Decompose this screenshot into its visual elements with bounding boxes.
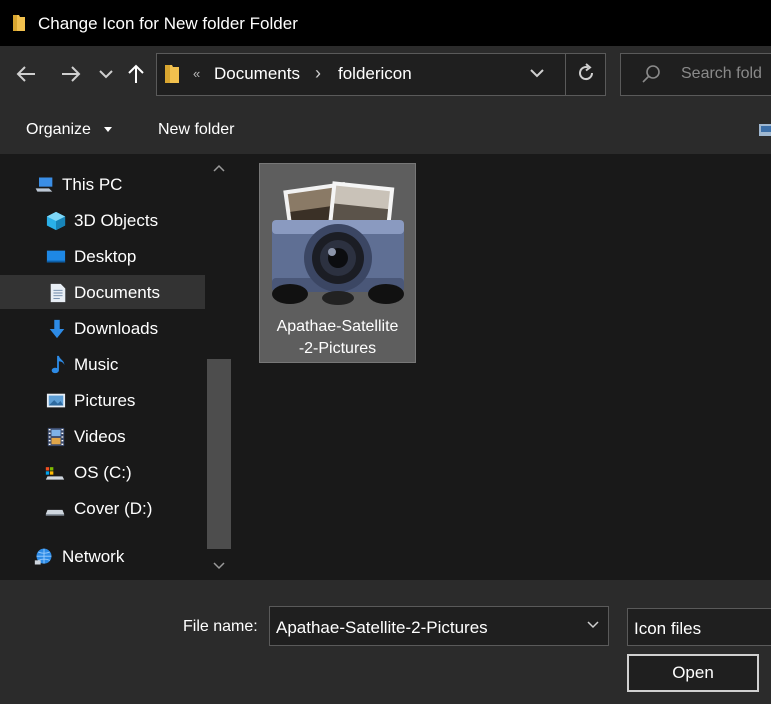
breadcrumb-documents[interactable]: Documents — [214, 64, 300, 84]
file-name-line-2: -2-Pictures — [298, 340, 377, 357]
sidebar-item-label: OS (C:) — [74, 463, 132, 482]
divider — [565, 54, 566, 95]
sidebar-item-label: Videos — [74, 427, 126, 446]
sidebar-item-label: Network — [62, 547, 125, 566]
chevron-down-icon — [99, 70, 113, 79]
document-icon — [50, 283, 66, 303]
drive-icon — [45, 509, 65, 516]
drive-icon — [45, 467, 65, 480]
sidebar-item-label: Documents — [74, 283, 160, 302]
navigation-bar: « Documents › foldericon Search fold — [0, 46, 771, 104]
file-name-input[interactable]: Apathae-Satellite-2-Pictures — [269, 606, 609, 646]
forward-button[interactable] — [59, 63, 83, 87]
file-item[interactable]: Apathae-Satellite -2-Pictures — [259, 163, 416, 363]
camera-photos-icon — [272, 181, 404, 305]
sidebar-item-pictures[interactable]: Pictures — [0, 383, 205, 417]
breadcrumb-separator-icon[interactable]: › — [315, 63, 321, 84]
download-arrow-icon — [49, 319, 65, 339]
sidebar-item-videos[interactable]: Videos — [0, 419, 205, 453]
sidebar-item-label: Music — [74, 355, 119, 374]
sidebar-item-label: Pictures — [74, 391, 136, 410]
caret-down-icon[interactable] — [104, 127, 112, 132]
sidebar-item-label: Desktop — [74, 247, 137, 266]
back-button[interactable] — [14, 63, 38, 87]
sidebar-item-cover-d[interactable]: Cover (D:) — [0, 491, 205, 525]
navigation-pane: This PC 3D Objects Desktop Documents Dow… — [0, 154, 234, 580]
sidebar-item-label: Cover (D:) — [74, 499, 153, 518]
sidebar-item-network[interactable]: Network — [0, 539, 205, 573]
file-list: Apathae-Satellite -2-Pictures — [234, 154, 771, 580]
breadcrumb-foldericon[interactable]: foldericon — [338, 64, 412, 84]
file-name-label: File name: — [183, 618, 258, 635]
scrollbar-thumb[interactable] — [207, 359, 231, 549]
sidebar-item-label: This PC — [62, 175, 123, 194]
search-placeholder: Search fold — [681, 65, 762, 82]
search-icon — [642, 65, 660, 83]
window-title: Change Icon for New folder Folder — [38, 14, 298, 33]
forward-arrow-icon — [62, 66, 81, 82]
back-arrow-icon — [16, 66, 35, 82]
title-bar: Change Icon for New folder Folder — [0, 0, 771, 46]
recent-locations-button[interactable] — [94, 63, 118, 87]
sidebar-item-os-c[interactable]: OS (C:) — [0, 455, 205, 489]
address-overflow[interactable]: « — [193, 66, 200, 81]
up-arrow-icon — [128, 64, 144, 83]
up-button[interactable] — [124, 63, 148, 87]
cube-icon — [46, 211, 66, 231]
file-name-label: Apathae-Satellite -2-Pictures — [260, 316, 415, 360]
picture-icon — [46, 393, 66, 408]
address-bar[interactable]: « Documents › foldericon — [156, 53, 606, 96]
sidebar-item-this-pc[interactable]: This PC — [0, 167, 205, 201]
sidebar-item-documents[interactable]: Documents — [0, 275, 205, 309]
file-name-line-1: Apathae-Satellite — [276, 318, 399, 335]
folder-icon — [13, 15, 25, 31]
computer-icon — [35, 177, 53, 192]
network-icon — [34, 548, 52, 565]
sidebar-item-label: Downloads — [74, 319, 159, 338]
open-button[interactable]: Open — [627, 654, 759, 692]
sidebar-scrollbar[interactable] — [205, 154, 234, 580]
sidebar-item-desktop[interactable]: Desktop — [0, 239, 205, 273]
chevron-down-icon[interactable] — [527, 63, 547, 83]
music-note-icon — [51, 355, 65, 374]
sidebar-item-label: 3D Objects — [74, 211, 159, 230]
search-box[interactable]: Search fold — [620, 53, 771, 96]
file-name-value: Apathae-Satellite-2-Pictures — [276, 618, 488, 637]
scroll-up-icon[interactable] — [213, 164, 225, 172]
chevron-down-icon[interactable] — [586, 620, 600, 630]
sidebar-item-downloads[interactable]: Downloads — [0, 311, 205, 345]
sidebar-item-3d-objects[interactable]: 3D Objects — [0, 203, 205, 237]
film-icon — [47, 427, 65, 447]
folder-icon — [165, 65, 179, 83]
dialog-footer: File name: Apathae-Satellite-2-Pictures … — [0, 580, 771, 704]
file-type-select[interactable]: Icon files — [627, 608, 771, 646]
file-type-value: Icon files — [634, 619, 702, 638]
desktop-icon — [46, 250, 66, 263]
new-folder-button[interactable]: New folder — [158, 121, 234, 139]
sidebar-item-music[interactable]: Music — [0, 347, 205, 381]
command-bar: Organize New folder — [0, 104, 771, 154]
scroll-down-icon[interactable] — [213, 562, 225, 570]
view-options-icon[interactable] — [759, 124, 771, 136]
refresh-icon[interactable] — [575, 62, 597, 84]
organize-button[interactable]: Organize — [26, 121, 91, 139]
